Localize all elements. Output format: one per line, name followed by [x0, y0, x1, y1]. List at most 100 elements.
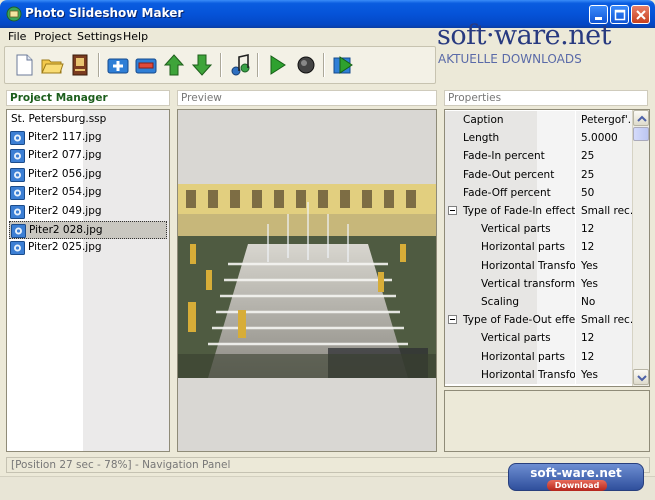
preview-panel: [177, 109, 437, 452]
property-description-panel: [444, 390, 650, 452]
property-value[interactable]: 12: [576, 347, 633, 366]
project-manager-list[interactable]: St. Petersburg.ssp Piter2 117.jpg Piter2 …: [6, 109, 170, 452]
property-key: Caption: [445, 111, 575, 130]
list-item-label: Piter2 054.jpg: [28, 186, 102, 199]
window-title: Photo Slideshow Maker: [25, 6, 184, 20]
property-row[interactable]: Fade-In percent 25: [445, 147, 633, 166]
scroll-thumb[interactable]: [633, 127, 649, 141]
property-value[interactable]: Small rec...: [576, 311, 633, 330]
property-row[interactable]: Fade-Off percent 50: [445, 183, 633, 202]
property-value[interactable]: Petergof'...: [576, 111, 633, 130]
property-value[interactable]: Yes: [576, 256, 633, 275]
save-book-icon[interactable]: [67, 52, 93, 78]
property-row[interactable]: Fade-Out percent 25: [445, 165, 633, 184]
property-value[interactable]: 25: [576, 165, 633, 184]
watermark-badge-title: soft-ware.net: [530, 466, 622, 480]
list-item-label: Piter2 025.jpg: [28, 241, 102, 254]
property-value[interactable]: 5.0000: [576, 129, 633, 148]
menu-file[interactable]: File: [8, 30, 26, 43]
property-value[interactable]: 50: [576, 183, 633, 202]
property-value[interactable]: 12: [576, 238, 633, 257]
list-item[interactable]: Piter2 028.jpg: [9, 221, 167, 239]
property-key: Type of Fade-Out effect: [445, 311, 575, 330]
property-row[interactable]: Vertical parts 12: [445, 220, 633, 239]
list-item[interactable]: Piter2 056.jpg: [9, 166, 167, 184]
property-value[interactable]: Yes: [576, 365, 633, 384]
property-key: Vertical parts: [445, 220, 575, 239]
list-item[interactable]: Piter2 025.jpg: [9, 239, 167, 257]
scroll-down-button[interactable]: [633, 369, 649, 385]
list-item[interactable]: Piter2 077.jpg: [9, 147, 167, 165]
new-document-icon[interactable]: [11, 52, 37, 78]
image-file-icon: [10, 186, 25, 201]
property-key: Fade-Off percent: [445, 183, 575, 202]
project-root-label: St. Petersburg.ssp: [11, 113, 107, 125]
property-value[interactable]: Small rec...: [576, 202, 633, 221]
watermark-subtitle: AKTUELLE DOWNLOADS: [438, 52, 582, 66]
collapse-toggle-icon[interactable]: [448, 206, 457, 215]
toolbar-separator: [98, 53, 100, 77]
stop-icon[interactable]: [293, 52, 319, 78]
list-item-label: Piter2 056.jpg: [28, 167, 102, 180]
property-value[interactable]: No: [576, 293, 633, 312]
property-value[interactable]: Yes: [576, 274, 633, 293]
property-row[interactable]: Horizontal Transfor...Yes: [445, 365, 633, 384]
plus-icon[interactable]: [105, 52, 131, 78]
property-key: Horizontal Transfor...: [445, 256, 575, 275]
property-value[interactable]: 25: [576, 147, 633, 166]
close-icon: [636, 10, 646, 20]
property-row[interactable]: Vertical parts 12: [445, 329, 633, 348]
property-key: Horizontal parts: [445, 238, 575, 257]
project-manager-header: Project Manager: [6, 90, 170, 106]
preview-photo: [178, 184, 436, 378]
properties-scrollbar[interactable]: [632, 110, 649, 386]
property-row[interactable]: Vertical transformati...Yes: [445, 274, 633, 293]
property-key: Horizontal parts: [445, 347, 575, 366]
scroll-up-button[interactable]: [633, 110, 649, 126]
up-arrow-icon[interactable]: [161, 52, 187, 78]
property-row[interactable]: Horizontal Transfor...Yes: [445, 256, 633, 275]
property-value[interactable]: 12: [576, 329, 633, 348]
properties-grid[interactable]: Caption Petergof'... Length 5.0000 Fade-In p…: [444, 109, 650, 387]
maximize-icon: [614, 9, 626, 21]
project-root-item[interactable]: St. Petersburg.ssp: [9, 111, 167, 129]
list-item-label: Piter2 117.jpg: [28, 131, 102, 143]
close-button[interactable]: [631, 5, 650, 24]
export-icon[interactable]: [330, 52, 356, 78]
menu-project[interactable]: Project: [34, 30, 72, 43]
watermark-badge-download: Download: [547, 480, 607, 491]
property-value[interactable]: 12: [576, 220, 633, 239]
list-item[interactable]: Piter2 049.jpg: [9, 203, 167, 221]
property-row[interactable]: Type of Fade-Out effectSmall rec...: [445, 311, 633, 330]
property-row[interactable]: Length 5.0000: [445, 129, 633, 148]
image-file-icon: [10, 167, 25, 182]
menu-settings[interactable]: Settings: [77, 30, 122, 43]
image-file-icon: [11, 224, 26, 238]
play-icon[interactable]: [264, 52, 290, 78]
down-arrow-icon[interactable]: [189, 52, 215, 78]
property-key: Horizontal Transfor...: [445, 365, 575, 384]
toolbar-separator: [220, 53, 222, 77]
property-row[interactable]: Caption Petergof'...: [445, 111, 633, 130]
minus-icon[interactable]: [133, 52, 159, 78]
music-note-icon[interactable]: [227, 52, 253, 78]
list-item[interactable]: Piter2 054.jpg: [9, 184, 167, 202]
toolbar: [4, 46, 436, 84]
app-icon: [6, 6, 22, 22]
open-folder-icon[interactable]: [39, 52, 65, 78]
properties-header: Properties: [444, 90, 648, 106]
watermark-badge: soft-ware.net Download: [508, 463, 644, 491]
collapse-toggle-icon[interactable]: [448, 315, 457, 325]
image-file-icon: [10, 149, 25, 164]
property-key: Vertical transformati...: [445, 274, 575, 293]
list-item-label: Piter2 077.jpg: [28, 149, 102, 162]
property-row[interactable]: Scaling No: [445, 293, 633, 312]
watermark-logo: soft·ware.net: [437, 20, 611, 51]
menu-help[interactable]: Help: [123, 30, 148, 43]
property-row[interactable]: Type of Fade-In effectSmall rec...: [445, 202, 633, 221]
list-item-label: Piter2 028.jpg: [29, 224, 103, 236]
maximize-button[interactable]: [610, 5, 629, 24]
property-row[interactable]: Horizontal parts 12: [445, 238, 633, 257]
list-item[interactable]: Piter2 117.jpg: [9, 129, 167, 147]
property-row[interactable]: Horizontal parts 12: [445, 347, 633, 366]
